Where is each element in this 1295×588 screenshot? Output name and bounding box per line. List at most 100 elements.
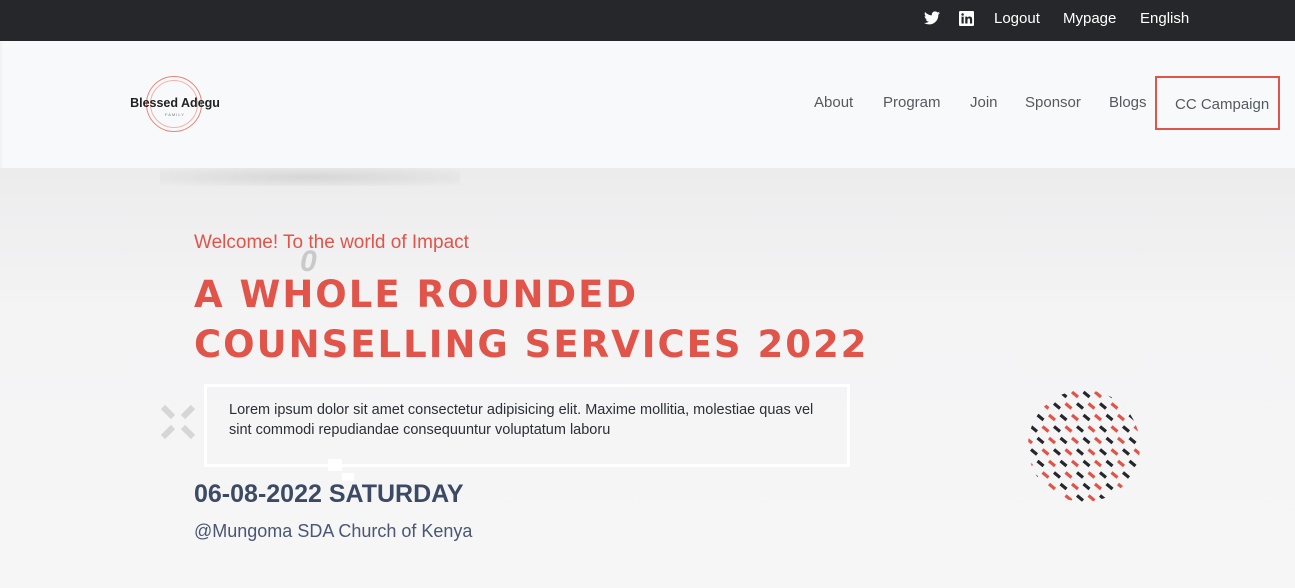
pattern-dash <box>1059 390 1068 399</box>
pattern-dash <box>1128 436 1137 445</box>
pattern-dash <box>1098 425 1108 433</box>
pattern-dash <box>1070 413 1080 422</box>
hero-welcome: Welcome! To the world of Impact <box>194 232 469 253</box>
pattern-dash <box>1052 402 1062 410</box>
language-selector[interactable]: English <box>1140 10 1189 27</box>
pattern-dash <box>1070 390 1080 399</box>
top-bar: Logout Mypage English <box>0 0 1295 41</box>
pattern-dash <box>1116 390 1126 399</box>
pattern-dash <box>1075 471 1085 479</box>
pattern-dash <box>1036 482 1045 491</box>
pattern-dash <box>1082 459 1091 468</box>
pattern-dash <box>1029 494 1039 502</box>
pattern-dash <box>1064 448 1073 456</box>
pattern-dash <box>1093 413 1103 422</box>
pattern-dash <box>1028 390 1034 399</box>
pattern-dash <box>1087 471 1096 479</box>
logo-name: Blessed Adegu <box>130 96 220 110</box>
pattern-dash <box>1110 448 1119 456</box>
pattern-dash <box>1093 459 1103 468</box>
pattern-dash <box>1036 390 1045 399</box>
pattern-dash <box>1041 448 1050 456</box>
pattern-dash <box>1116 436 1126 445</box>
twitter-icon[interactable] <box>924 11 940 27</box>
pattern-dash <box>1133 494 1140 502</box>
pattern-dash <box>1087 448 1096 456</box>
pattern-dash <box>1047 436 1057 445</box>
pattern-dash <box>1070 436 1080 445</box>
nav-item-join[interactable]: Join <box>970 94 998 111</box>
pattern-dash <box>1029 471 1039 479</box>
pattern-dash <box>1105 413 1114 422</box>
pattern-dash <box>1028 436 1034 445</box>
pattern-dash <box>1047 413 1057 422</box>
pattern-dash <box>1070 482 1080 491</box>
pattern-dash <box>1041 494 1050 502</box>
pattern-dash <box>1121 448 1131 456</box>
pattern-dash <box>1133 425 1140 433</box>
pattern-dash <box>1098 448 1108 456</box>
pattern-dash <box>1110 494 1119 502</box>
pattern-dash <box>1036 413 1045 422</box>
site-header: Blessed Adegu FAMILY About Program Join … <box>2 41 1295 168</box>
nav-item-cc-campaign[interactable]: CC Campaign <box>1155 76 1280 130</box>
hero-description: Lorem ipsum dolor sit amet consectetur a… <box>229 402 814 438</box>
pattern-dash <box>1052 471 1062 479</box>
pattern-dash <box>1128 459 1137 468</box>
pattern-dash <box>1105 436 1114 445</box>
pattern-dash <box>1052 425 1062 433</box>
pattern-dash <box>1105 390 1114 399</box>
pattern-dash <box>1047 390 1057 399</box>
pattern-dash <box>1105 459 1114 468</box>
pattern-dash <box>1128 482 1137 491</box>
pattern-dash <box>1082 390 1091 399</box>
pattern-dash <box>1052 448 1062 456</box>
pattern-dash <box>1028 482 1034 491</box>
pattern-dash <box>1029 402 1039 410</box>
pattern-dash <box>1133 448 1140 456</box>
pattern-dash <box>1028 413 1034 422</box>
pattern-dash <box>1116 482 1126 491</box>
background-smudge <box>160 168 460 186</box>
pattern-dash <box>1052 494 1062 502</box>
mypage-link[interactable]: Mypage <box>1063 10 1116 27</box>
pattern-dash <box>1041 402 1050 410</box>
pattern-dash <box>1093 482 1103 491</box>
pattern-dash <box>1075 402 1085 410</box>
event-date: 06-08-2022 SATURDAY <box>194 480 464 508</box>
pattern-dash <box>1075 425 1085 433</box>
pattern-dash <box>1047 482 1057 491</box>
site-logo[interactable]: Blessed Adegu FAMILY <box>125 75 225 135</box>
pattern-dash <box>1121 494 1131 502</box>
pattern-dash <box>1116 459 1126 468</box>
pattern-dash <box>1036 459 1045 468</box>
pattern-dash <box>1082 482 1091 491</box>
nav-item-program[interactable]: Program <box>883 94 941 111</box>
pattern-dash <box>1041 471 1050 479</box>
pattern-dash <box>1082 413 1091 422</box>
nav-item-sponsor[interactable]: Sponsor <box>1025 94 1081 111</box>
pattern-dash <box>1093 436 1103 445</box>
pattern-dash <box>1029 425 1039 433</box>
pattern-dash <box>1110 402 1119 410</box>
nav-item-about[interactable]: About <box>814 94 853 111</box>
pattern-dash <box>1133 402 1140 410</box>
pattern-dash <box>1047 459 1057 468</box>
pattern-dash <box>1133 471 1140 479</box>
pattern-dash <box>1098 402 1108 410</box>
pattern-dash <box>1028 459 1034 468</box>
pattern-dash <box>1059 436 1068 445</box>
pattern-dash <box>1105 482 1114 491</box>
pattern-dash <box>1059 413 1068 422</box>
hero-description-box: Lorem ipsum dolor sit amet consectetur a… <box>204 384 850 467</box>
linkedin-icon[interactable] <box>959 11 975 27</box>
pattern-dash <box>1087 425 1096 433</box>
logout-link[interactable]: Logout <box>994 10 1040 27</box>
pattern-dash <box>1075 494 1085 502</box>
nav-item-blogs[interactable]: Blogs <box>1109 94 1147 111</box>
pattern-dash <box>1070 459 1080 468</box>
cc-campaign-label: CC Campaign <box>1175 96 1270 113</box>
hero-title: A WHOLE ROUNDED COUNSELLING SERVICES 202… <box>194 270 868 370</box>
pattern-dash <box>1121 425 1131 433</box>
pattern-dash <box>1110 471 1119 479</box>
